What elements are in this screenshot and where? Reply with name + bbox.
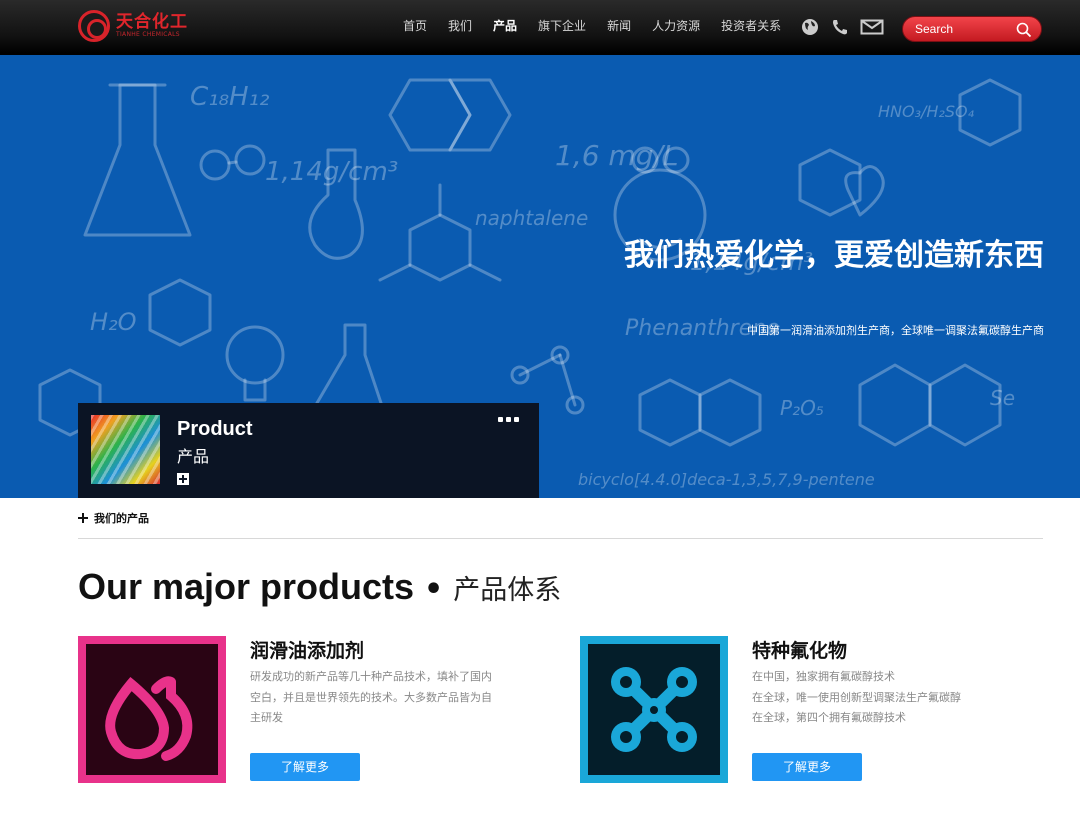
svg-text:H₂O: H₂O [90,308,137,336]
page-header-card: Product 产品 [78,403,539,498]
hero-title: 我们热爱化学，更爱创造新东西 [624,238,1044,273]
product-description: 在中国，独家拥有氟碳醇技术 在全球，唯一使用创新型调聚法生产氟碳醇 在全球，第四… [752,670,961,724]
nav-item-subsidiaries[interactable]: 旗下企业 [538,18,586,34]
phone-icon[interactable] [830,17,850,37]
breadcrumb[interactable]: 我们的产品 [78,510,149,526]
divider [78,538,1043,539]
search-input[interactable] [915,22,1015,36]
globe-icon[interactable] [800,17,820,37]
product-image[interactable] [78,636,226,783]
product-name: 特种氟化物 [752,640,848,662]
learn-more-button[interactable]: 了解更多 [752,753,862,781]
svg-text:1,6 mg/L: 1,6 mg/L [555,139,679,172]
section-title-cn: 产品体系 [453,575,562,606]
header-icons [800,17,894,37]
main-nav: 首页 我们 产品 旗下企业 新闻 人力资源 投资者关系 [403,18,802,34]
search-box [902,16,1042,42]
logo-name-cn: 天合化工 [116,12,188,32]
logo-icon [78,10,110,42]
section-title-dot: • [424,572,444,607]
product-name: 润滑油添加剂 [250,640,365,662]
product-image[interactable] [580,636,728,783]
plus-icon [78,513,88,523]
svg-text:naphtalene: naphtalene [475,206,588,230]
search-icon[interactable] [1016,22,1032,38]
section-title: Our major products • 产品体系 [78,566,561,608]
logo-name-en: TIANHE CHEMICALS [116,31,180,38]
svg-text:bicyclo[4.4.0]deca-1,3,5,7,9-p: bicyclo[4.4.0]deca-1,3,5,7,9-pentene [578,470,875,489]
svg-text:Se: Se [990,386,1015,410]
more-icon[interactable] [495,417,519,422]
logo[interactable]: 天合化工 TIANHE CHEMICALS [78,10,188,42]
card-title-en: Product [177,418,253,440]
nav-item-home[interactable]: 首页 [403,18,427,34]
nav-item-news[interactable]: 新闻 [607,18,631,34]
nav-item-about[interactable]: 我们 [448,18,472,34]
product-item-lubricant-additives: 润滑油添加剂 研发成功的新产品等几十种产品技术，填补了国内 空白，并且是世界领先… [78,636,492,783]
card-title-cn: 产品 [177,447,210,466]
product-thumbnail [91,415,160,484]
svg-text:HNO₃/H₂SO₄: HNO₃/H₂SO₄ [878,102,975,121]
nav-item-products[interactable]: 产品 [493,18,517,34]
product-description: 研发成功的新产品等几十种产品技术，填补了国内 空白，并且是世界领先的技术。大多数… [250,670,492,724]
learn-more-button[interactable]: 了解更多 [250,753,360,781]
section-title-en: Our major products [78,566,415,607]
molecule-icon [611,667,697,752]
nav-item-investors[interactable]: 投资者关系 [721,18,781,34]
svg-text:C₁₈H₁₂: C₁₈H₁₂ [190,82,269,112]
droplets-icon [105,676,193,761]
plus-icon[interactable] [177,473,189,485]
svg-text:1,14g/cm³: 1,14g/cm³ [265,157,398,187]
product-item-specialty-fluorides: 特种氟化物 在中国，独家拥有氟碳醇技术 在全球，唯一使用创新型调聚法生产氟碳醇 … [580,636,961,783]
hero-subtitle: 中国第一润滑油添加剂生产商，全球唯一调聚法氟碳醇生产商 [747,324,1044,337]
top-header: 天合化工 TIANHE CHEMICALS 首页 我们 产品 旗下企业 新闻 人… [0,0,1080,55]
mail-icon[interactable] [860,17,884,37]
breadcrumb-label: 我们的产品 [94,512,149,525]
nav-item-hr[interactable]: 人力资源 [652,18,700,34]
svg-text:P₂O₅: P₂O₅ [780,396,824,420]
